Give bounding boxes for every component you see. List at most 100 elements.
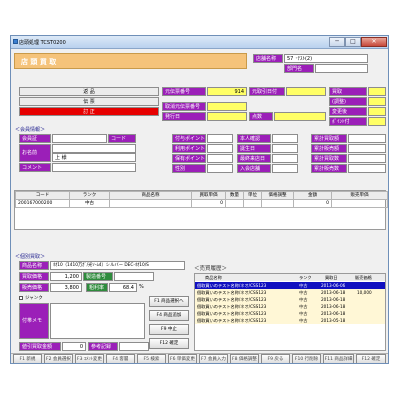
product-select-button[interactable]: F1 商品選択へ (149, 296, 189, 307)
history-col-rank: ランク (299, 275, 312, 280)
join-store-label: 入会店舗 (237, 164, 271, 173)
history-list[interactable]: 商品名称 ランク 買取日 販売価格 個取買いのテスト名称/ネオ/CSS123 中… (194, 273, 386, 351)
use-points-value (207, 144, 233, 153)
product-name-value[interactable]: ﾈｵ10（1410万ｶﾞ/光ｿｰﾑ4）シルバー DEC-ﾈｵ10/S (50, 261, 185, 270)
history-row-name: 個取買いのテスト名称/ネオ/CSS123 (197, 283, 267, 288)
birthday-label: 誕生日 (237, 144, 271, 153)
orig-date-value[interactable] (286, 87, 326, 96)
f5-search-button[interactable]: F5 検索 (137, 354, 166, 363)
history-row-name: 個取買いのテスト名称/ネオ/CSS123 (197, 304, 267, 309)
point-label: 点数 (249, 112, 273, 121)
discount-value[interactable]: 0 (62, 342, 86, 351)
tax-value[interactable] (368, 117, 386, 126)
col-amount[interactable]: 金額 (293, 191, 332, 200)
change-value[interactable] (368, 107, 386, 116)
f6-price-change-button[interactable]: F6 単価変更 (168, 354, 197, 363)
f10-delete-row-button[interactable]: F10 行削除 (292, 354, 321, 363)
cum-sell-label: 累計販売額 (311, 144, 347, 153)
member-no-input[interactable] (52, 134, 107, 143)
screen-title: 店 頭 買 取 (21, 58, 57, 66)
comment-value[interactable] (52, 163, 136, 172)
correct-mode[interactable]: 訂 正 (19, 107, 159, 116)
cancel-slip-value[interactable] (207, 102, 247, 111)
col-rank[interactable]: ランク (69, 191, 110, 200)
row-adjust[interactable] (261, 199, 294, 208)
col-adjust[interactable]: 価格調整 (261, 191, 294, 200)
name-value[interactable]: 上 様 (52, 153, 136, 162)
department-value[interactable] (315, 64, 368, 73)
auth-label: 本人確認 (237, 134, 271, 143)
orig-slip-value[interactable]: 914 (207, 87, 247, 96)
discount-label: 値引買取金額 (19, 342, 61, 351)
col-name[interactable]: 商品名称 (109, 191, 192, 200)
comment-label: コメント (19, 163, 51, 172)
col-unit-price[interactable]: 買取単価 (191, 191, 226, 200)
memo-textarea[interactable] (50, 303, 145, 339)
row-unit[interactable] (243, 199, 262, 208)
issue-date-value[interactable] (207, 112, 247, 121)
history-row-rank: 中古 (299, 283, 308, 288)
history-row[interactable]: 個取買いのテスト名称/ネオ/CSS123 中古 2013-06-18 (195, 310, 385, 317)
sell-price-value[interactable]: 3,800 (50, 283, 82, 292)
close-button[interactable]: ✕ (361, 37, 387, 47)
buy-price-value[interactable]: 1,200 (50, 272, 82, 281)
history-row-selected[interactable]: 個取買いのテスト名称/ネオ/CSS123 中古 2013-06-06 (195, 282, 385, 289)
f4-customer-type-button[interactable]: F4 客層 (106, 354, 135, 363)
history-row-name: 個取買いのテスト名称/ネオ/CSS123 (197, 311, 267, 316)
adjust-value[interactable] (368, 97, 386, 106)
history-row-rank: 中古 (299, 311, 308, 316)
f3-comment-change-button[interactable]: F3 ｺﾒﾝﾄ変更 (75, 354, 104, 363)
return-mode[interactable]: 返 品 (19, 87, 159, 96)
history-row-date: 2013-06-06 (321, 283, 346, 288)
birthday-value (272, 144, 298, 153)
f9-back-button[interactable]: F9 戻る (261, 354, 290, 363)
purchase-value[interactable] (368, 87, 386, 96)
row-unit-price[interactable]: 0 (191, 199, 226, 208)
row-sell-price[interactable] (331, 199, 388, 208)
buy-price-label: 買取価格 (19, 272, 49, 281)
point-value[interactable] (274, 112, 326, 121)
confirm-button[interactable]: F12 確定 (149, 338, 189, 349)
f7-member-entry-button[interactable]: F7 会員入力 (199, 354, 228, 363)
name-kana-value[interactable] (52, 144, 136, 153)
row-code[interactable]: 200167000200 (15, 199, 70, 208)
junk-checkbox[interactable] (19, 296, 23, 300)
minimize-button[interactable]: ─ (329, 37, 345, 47)
f12-confirm-button[interactable]: F12 確定 (356, 354, 386, 363)
row-qty[interactable] (225, 199, 244, 208)
adjust-label: (調整) (329, 97, 367, 106)
col-sell-price[interactable]: 販売単価 (331, 191, 388, 200)
last-visit-value (272, 154, 298, 163)
join-store-value (272, 164, 298, 173)
history-col-price: 販売価格 (355, 275, 372, 280)
history-row-name: 個取買いのテスト名称/ネオ/CSS123 (197, 290, 267, 295)
col-code[interactable]: コード (15, 191, 70, 200)
store-name-value: 57 ･ﾃｽﾄ(2) (284, 54, 368, 63)
margin-rate-value: 68.4 (109, 283, 137, 292)
f1-new-button[interactable]: F1 新規 (13, 354, 42, 363)
col-unit[interactable]: 単位 (243, 191, 262, 200)
row-amount[interactable]: 0 (293, 199, 332, 208)
product-add-button[interactable]: F4 商品追加 (149, 310, 189, 321)
junk-label: ジャンク (25, 296, 43, 301)
items-grid[interactable]: コード ランク 商品名称 買取単価 数量 単位 価格調整 金額 販売単価 200… (14, 190, 388, 230)
table-row[interactable]: 200167000200 中古 0 0 (15, 199, 388, 208)
reference-value[interactable] (119, 342, 149, 351)
f2-member-select-button[interactable]: F2 会員選択 (44, 354, 73, 363)
slip-mode[interactable]: 伝 票 (19, 97, 159, 106)
f11-product-detail-button[interactable]: F11 商品詳細 (323, 354, 354, 363)
cancel-button[interactable]: F9 中止 (149, 324, 189, 335)
serial-value[interactable] (114, 272, 154, 281)
history-row[interactable]: 個取買いのテスト名称/ネオ/CSS123 中古 2013-05-18 (195, 317, 385, 324)
member-section-label: ＜会員情報＞ (15, 127, 46, 133)
history-row[interactable]: 個取買いのテスト名称/ネオ/CSS123 中古 2013-06-18 (195, 296, 385, 303)
col-qty[interactable]: 数量 (225, 191, 244, 200)
row-name[interactable] (109, 199, 192, 208)
row-rank[interactable]: 中古 (69, 199, 110, 208)
name-label: お名前 (19, 144, 51, 162)
f8-price-adjust-button[interactable]: F8 価格調整 (230, 354, 259, 363)
maximize-button[interactable]: □ (345, 37, 361, 47)
history-col-name: 商品名称 (205, 275, 222, 280)
history-row[interactable]: 個取買いのテスト名称/ネオ/CSS123 中古 2013-06-18 (195, 303, 385, 310)
history-row[interactable]: 個取買いのテスト名称/ネオ/CSS123 中古 2013-06-18 10,00… (195, 289, 385, 296)
